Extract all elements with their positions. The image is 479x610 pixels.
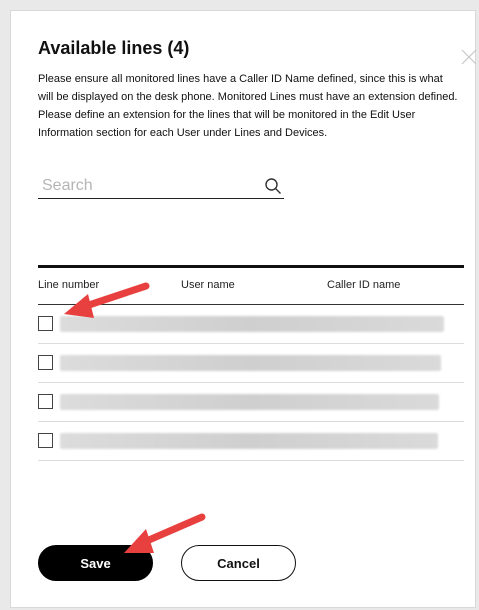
row-checkbox[interactable] bbox=[38, 433, 53, 448]
redacted-row-content bbox=[60, 316, 444, 332]
save-button[interactable]: Save bbox=[38, 545, 153, 581]
redacted-row-content bbox=[60, 433, 438, 449]
row-checkbox[interactable] bbox=[38, 394, 53, 409]
table-row bbox=[38, 383, 464, 422]
lines-table: Line number User name Caller ID name bbox=[38, 265, 464, 461]
table-row bbox=[38, 422, 464, 461]
dialog-description: Please ensure all monitored lines have a… bbox=[38, 73, 458, 139]
column-header-line-number: Line number bbox=[38, 279, 100, 291]
row-checkbox[interactable] bbox=[38, 316, 53, 331]
dialog-title: Available lines (4) bbox=[38, 38, 190, 58]
redacted-row-content bbox=[60, 355, 441, 371]
table-row bbox=[38, 344, 464, 383]
column-header-user-name: User name bbox=[181, 279, 235, 291]
column-header-caller-id-name: Caller ID name bbox=[327, 279, 401, 291]
close-icon[interactable] bbox=[459, 47, 479, 67]
cancel-button[interactable]: Cancel bbox=[181, 545, 296, 581]
redacted-row-content bbox=[60, 394, 439, 410]
table-header: Line number User name Caller ID name bbox=[38, 268, 464, 305]
row-checkbox[interactable] bbox=[38, 355, 53, 370]
search-input[interactable] bbox=[42, 175, 242, 197]
search-icon[interactable] bbox=[264, 177, 282, 195]
table-row bbox=[38, 305, 464, 344]
search-field[interactable] bbox=[38, 175, 284, 199]
